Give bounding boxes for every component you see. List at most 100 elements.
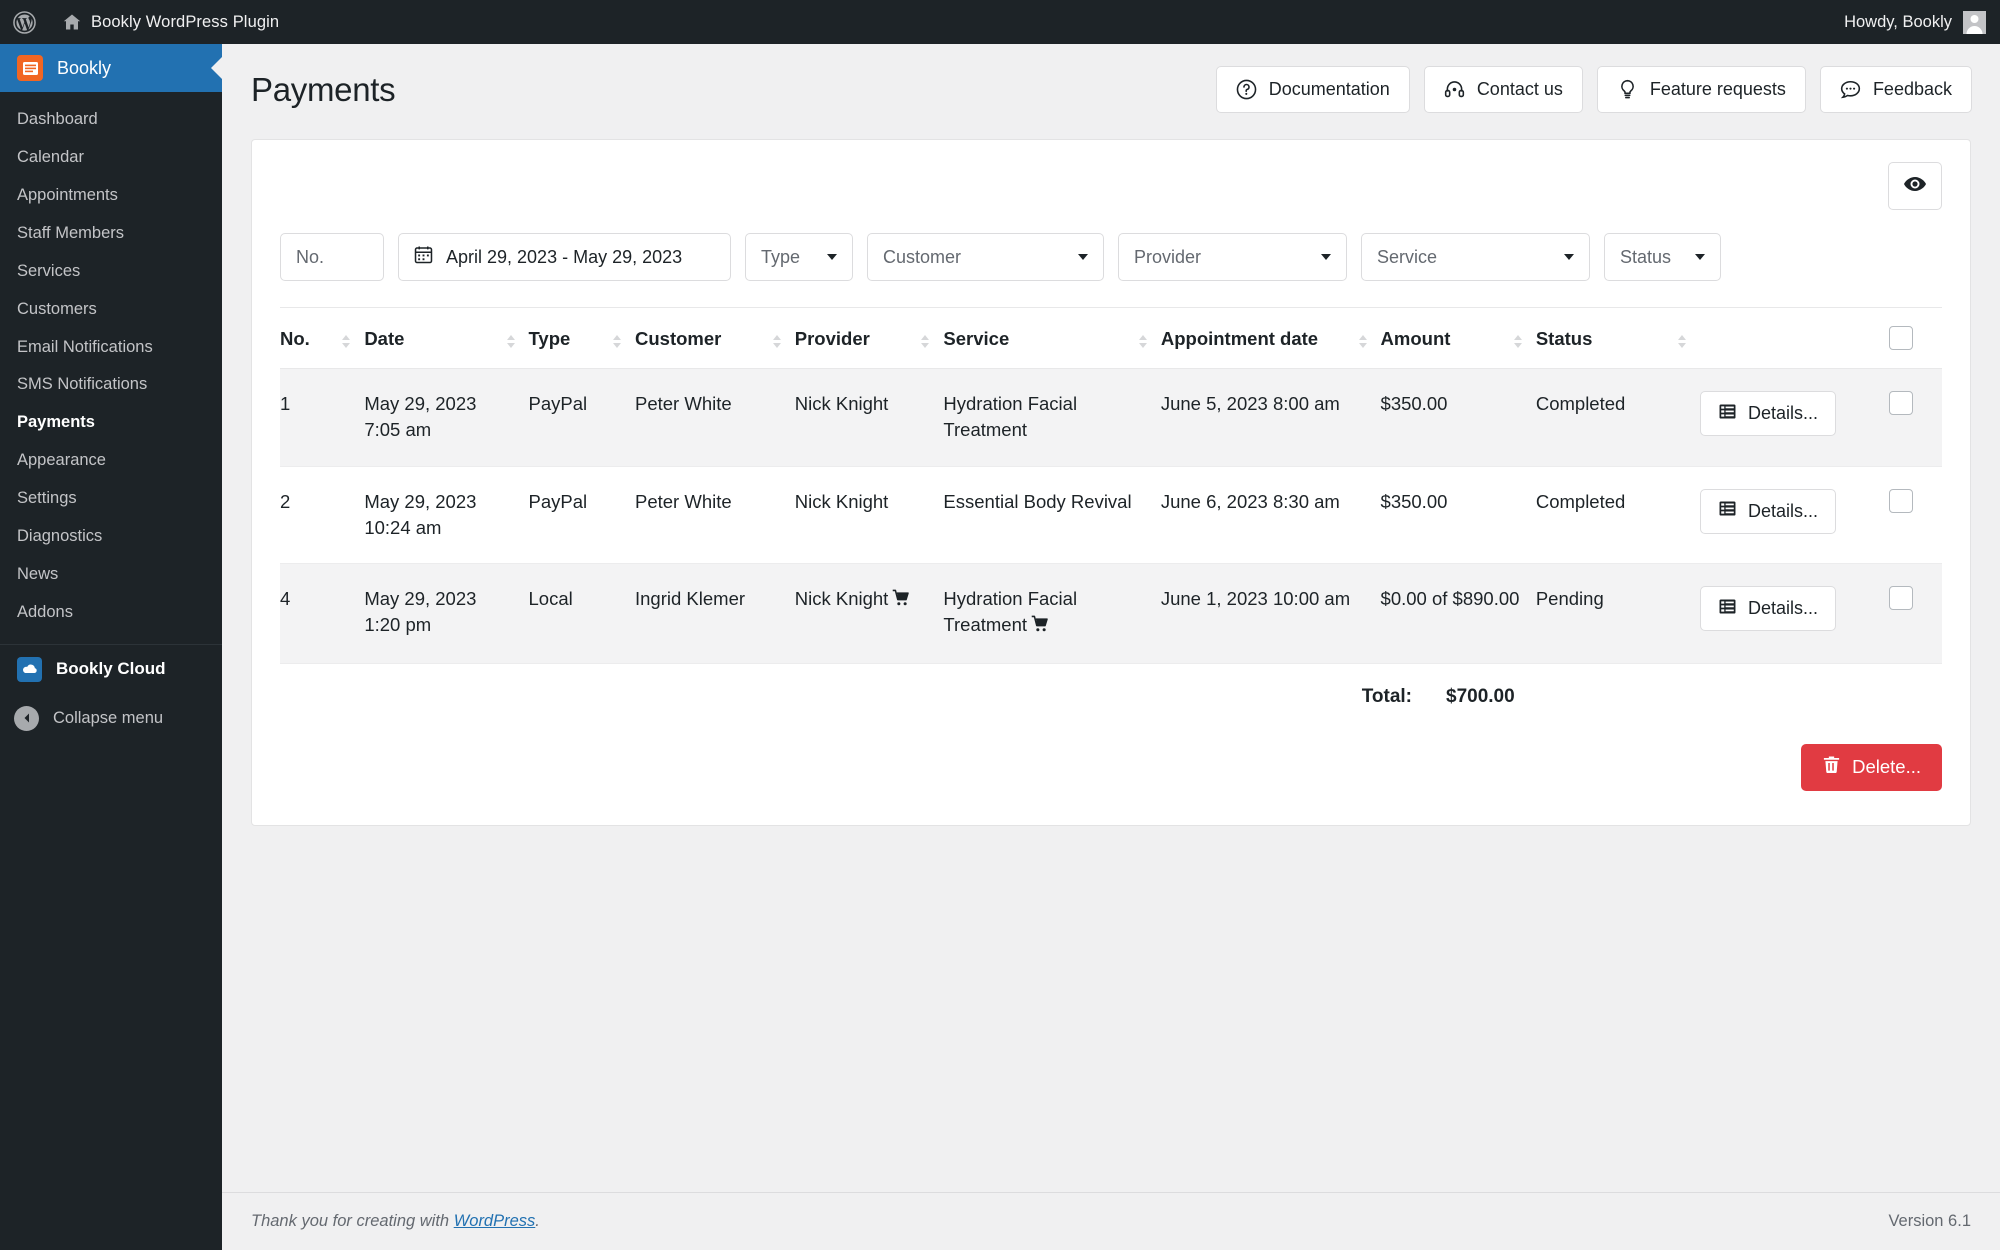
- sidebar-item-bookly-cloud[interactable]: Bookly Cloud: [0, 643, 222, 694]
- account-menu[interactable]: Howdy, Bookly: [1844, 0, 2000, 44]
- contact-us-button[interactable]: Contact us: [1423, 66, 1583, 113]
- column-header-actions: [1700, 307, 1889, 369]
- wordpress-link[interactable]: WordPress: [454, 1212, 536, 1230]
- headset-icon: [1444, 79, 1465, 100]
- sidebar-item-appointments[interactable]: Appointments: [0, 177, 222, 215]
- table-row[interactable]: 1 May 29, 2023 7:05 am PayPal Peter White Ni…: [280, 368, 1942, 467]
- column-header-amount[interactable]: Amount: [1380, 307, 1536, 369]
- delete-row: Delete...: [280, 743, 1942, 791]
- collapse-menu-button[interactable]: Collapse menu: [0, 694, 222, 743]
- row-checkbox[interactable]: [1888, 391, 1913, 415]
- filter-service[interactable]: Service: [1361, 233, 1590, 281]
- column-header-status[interactable]: Status: [1535, 307, 1701, 369]
- cell-date-text: May 29, 2023 7:05 am: [364, 393, 477, 441]
- row-checkbox[interactable]: [1888, 586, 1913, 611]
- filter-status[interactable]: Status: [1604, 233, 1721, 281]
- cell-provider-text: Nick Knight: [794, 490, 889, 512]
- cell-date-text: May 29, 2023 1:20 pm: [364, 588, 477, 636]
- filter-bar: No. April 29, 2023 - May 29, 2023 Type C…: [280, 233, 1942, 307]
- total-label: Total:: [1361, 685, 1412, 707]
- cell-select: [1888, 563, 1942, 664]
- filter-no[interactable]: No.: [280, 233, 384, 281]
- site-name-menu[interactable]: Bookly WordPress Plugin: [49, 0, 292, 44]
- details-button[interactable]: Details...: [1700, 586, 1837, 632]
- filter-provider[interactable]: Provider: [1118, 233, 1347, 281]
- sidebar-item-customers[interactable]: Customers: [0, 291, 222, 329]
- bookly-cloud-label: Bookly Cloud: [56, 659, 166, 679]
- row-checkbox[interactable]: [1888, 488, 1913, 513]
- wordpress-logo-menu[interactable]: [0, 0, 49, 44]
- select-all-checkbox[interactable]: [1888, 326, 1913, 350]
- sort-arrows-icon[interactable]: [1358, 335, 1367, 348]
- trash-icon: [1822, 755, 1841, 779]
- chevron-down-icon: [827, 254, 837, 260]
- documentation-button[interactable]: Documentation: [1215, 66, 1410, 113]
- column-header-no[interactable]: No.: [280, 307, 365, 369]
- lightbulb-icon: [1617, 79, 1638, 100]
- filter-service-value: Service: [1377, 246, 1438, 267]
- sort-arrows-icon[interactable]: [1138, 335, 1147, 348]
- filter-type[interactable]: Type: [745, 233, 853, 281]
- cell-date-text: May 29, 2023 10:24 am: [364, 490, 477, 538]
- sidebar-item-calendar[interactable]: Calendar: [0, 139, 222, 177]
- column-header-date[interactable]: Date: [364, 307, 529, 369]
- toggle-columns-button[interactable]: [1888, 162, 1942, 210]
- cell-customer-text: Ingrid Klemer: [635, 588, 746, 610]
- footer-thanks-prefix: Thank you for creating with: [251, 1212, 454, 1230]
- details-button[interactable]: Details...: [1700, 488, 1837, 534]
- column-header-appointment-date[interactable]: Appointment date: [1160, 307, 1381, 369]
- comment-dots-icon: [1840, 79, 1861, 100]
- cell-status: Completed: [1535, 368, 1701, 467]
- cell-actions: Details...: [1700, 368, 1889, 467]
- column-header-provider[interactable]: Provider: [794, 307, 944, 369]
- cell-amount-text: $350.00: [1380, 490, 1448, 512]
- details-button[interactable]: Details...: [1700, 391, 1837, 436]
- cell-customer: Peter White: [635, 368, 795, 467]
- column-header-label: No.: [280, 328, 310, 349]
- sidebar-item-news[interactable]: News: [0, 556, 222, 594]
- sort-arrows-icon[interactable]: [772, 335, 781, 348]
- column-header-select-all: [1888, 307, 1942, 369]
- sidebar-item-diagnostics[interactable]: Diagnostics: [0, 518, 222, 556]
- sidebar-item-dashboard[interactable]: Dashboard: [0, 101, 222, 139]
- site-title: Bookly WordPress Plugin: [91, 12, 280, 31]
- filter-customer[interactable]: Customer: [867, 233, 1104, 281]
- sort-arrows-icon[interactable]: [613, 335, 621, 348]
- sort-arrows-icon[interactable]: [921, 335, 930, 348]
- sidebar-item-addons[interactable]: Addons: [0, 594, 222, 632]
- delete-button[interactable]: Delete...: [1801, 743, 1942, 791]
- admin-footer: Thank you for creating with WordPress. V…: [222, 1192, 2000, 1250]
- column-header-customer[interactable]: Customer: [635, 307, 795, 369]
- sidebar-item-appearance[interactable]: Appearance: [0, 442, 222, 480]
- sidebar-item-sms-notifications[interactable]: SMS Notifications: [0, 366, 222, 404]
- cell-type: PayPal: [528, 368, 635, 467]
- sort-arrows-icon[interactable]: [342, 335, 351, 348]
- sidebar-item-services[interactable]: Services: [0, 253, 222, 291]
- sort-arrows-icon[interactable]: [1678, 335, 1687, 348]
- home-icon: [62, 12, 82, 32]
- sidebar-item-email-notifications[interactable]: Email Notifications: [0, 329, 222, 367]
- table-row[interactable]: 2 May 29, 2023 10:24 am PayPal Peter White N…: [280, 466, 1942, 565]
- filter-date-range[interactable]: April 29, 2023 - May 29, 2023: [398, 233, 731, 281]
- shopping-cart-icon: [892, 588, 910, 614]
- cell-date: May 29, 2023 1:20 pm: [364, 563, 529, 664]
- sidebar-item-bookly[interactable]: Bookly: [0, 44, 222, 92]
- sidebar-item-payments[interactable]: Payments: [0, 404, 222, 442]
- feature-requests-button[interactable]: Feature requests: [1596, 66, 1806, 113]
- column-header-service[interactable]: Service: [943, 307, 1161, 369]
- feedback-button[interactable]: Feedback: [1819, 66, 1972, 113]
- cell-amount: $350.00: [1380, 466, 1536, 565]
- cell-service-text: Hydration Facial Treatment: [943, 588, 1078, 636]
- column-header-type[interactable]: Type: [528, 307, 635, 369]
- sort-arrows-icon[interactable]: [506, 335, 515, 348]
- eye-icon: [1903, 172, 1927, 201]
- cell-appointment-date: June 1, 2023 10:00 am: [1160, 563, 1381, 664]
- column-header-label: Type: [528, 328, 571, 349]
- chevron-left-icon: [14, 705, 39, 731]
- sidebar-item-settings[interactable]: Settings: [0, 480, 222, 518]
- sidebar-item-staff-members[interactable]: Staff Members: [0, 215, 222, 253]
- table-row[interactable]: 4 May 29, 2023 1:20 pm Local Ingrid Klemer N…: [280, 563, 1942, 664]
- sort-arrows-icon[interactable]: [1513, 335, 1522, 348]
- cell-provider: Nick Knight: [794, 563, 944, 664]
- filter-provider-value: Provider: [1134, 246, 1202, 267]
